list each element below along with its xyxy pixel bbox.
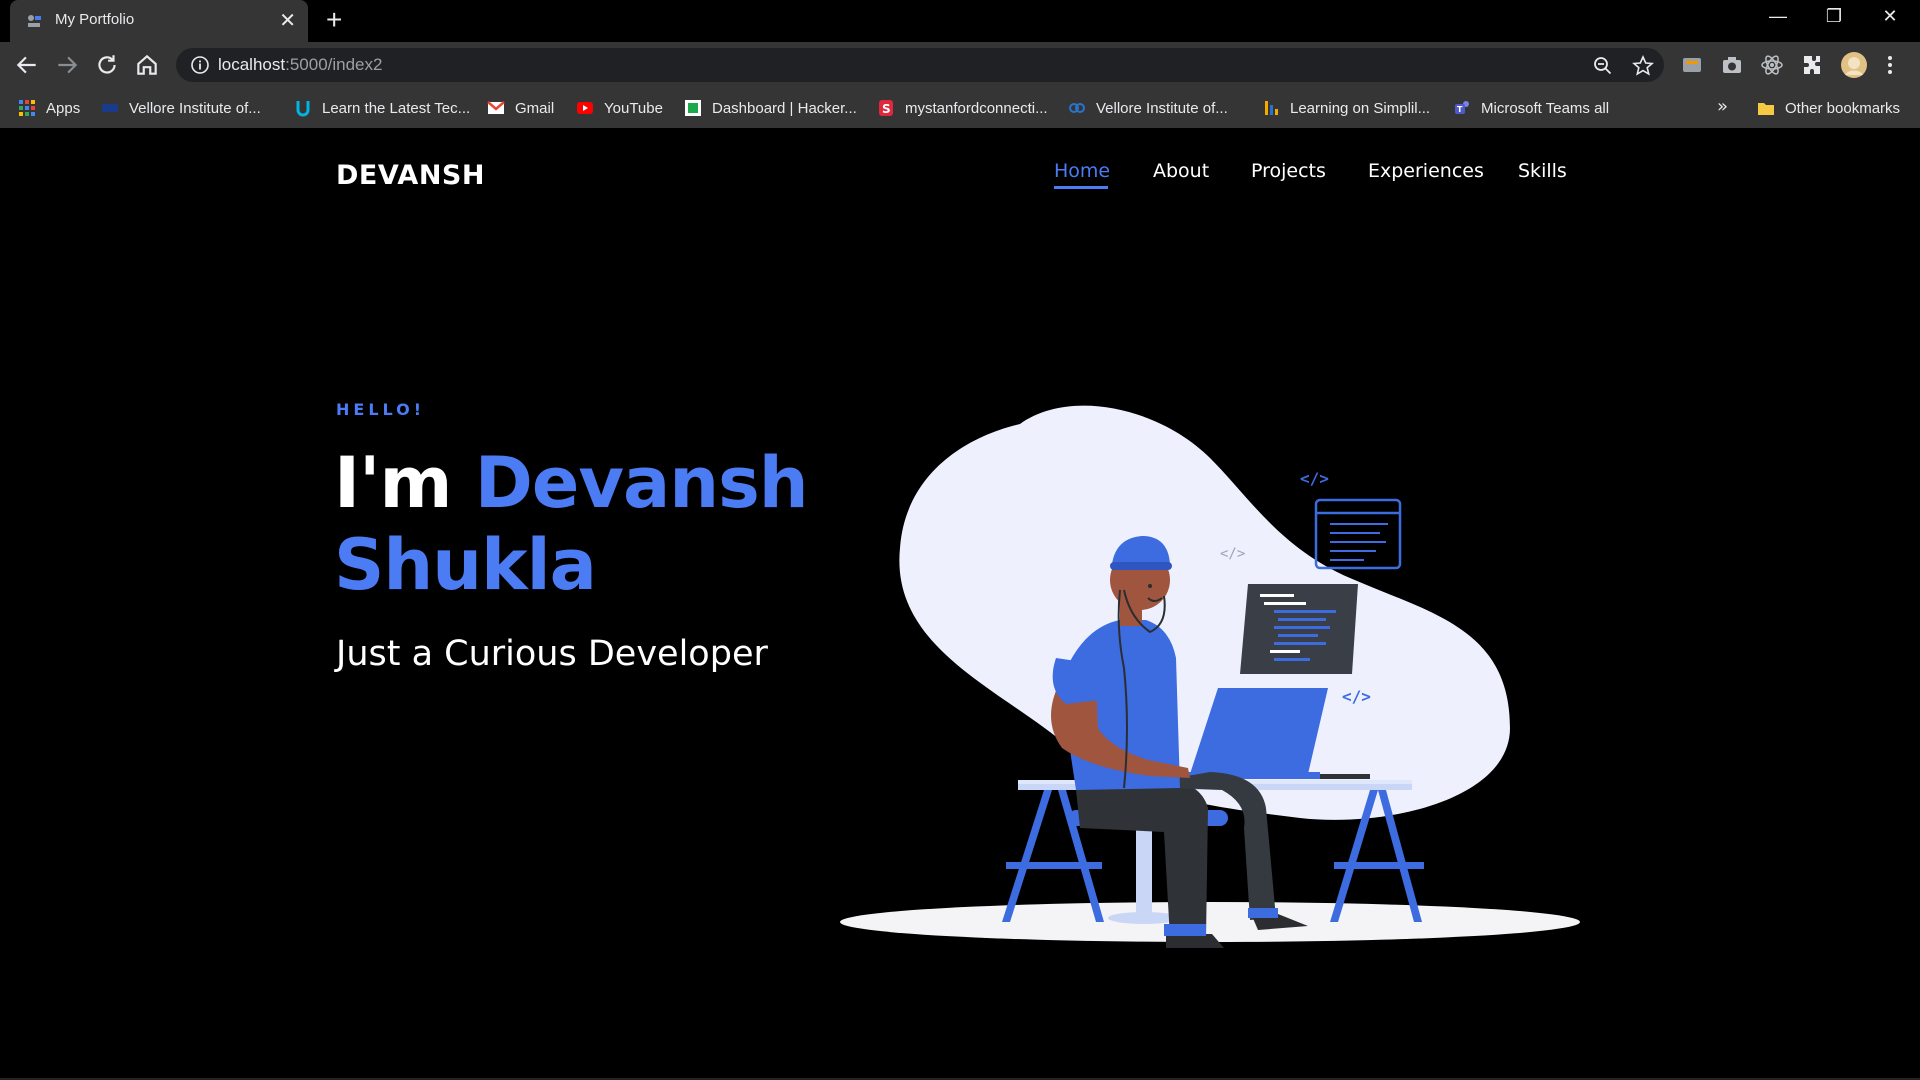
code-window-icon: [1314, 498, 1402, 570]
folder-icon: [1758, 103, 1774, 115]
bookmark-vit-1[interactable]: Vellore Institute of...: [101, 96, 261, 120]
tab-close-icon[interactable]: ✕: [279, 8, 296, 32]
portfolio-page: DEVANSH Home About Projects Experiences …: [0, 128, 1920, 1080]
developer-illustration: </> </> </>: [840, 405, 1580, 948]
browser-toolbar: localhost:5000/index2: [0, 42, 1920, 88]
restore-button[interactable]: ❐: [1814, 6, 1854, 27]
simplilearn-icon: [1265, 101, 1278, 115]
bookmark-hackerrank[interactable]: Dashboard | Hacker...: [684, 96, 857, 120]
code-tag-right: </>: [1342, 687, 1371, 706]
bookmark-simplilearn[interactable]: Learning on Simplil...: [1262, 96, 1430, 120]
bookmark-label: Dashboard | Hacker...: [712, 99, 857, 117]
bookmark-stanford[interactable]: S mystanfordconnecti...: [877, 96, 1048, 120]
bookmark-label: YouTube: [604, 99, 663, 117]
bookmark-gmail[interactable]: Gmail: [487, 96, 554, 120]
bookmark-label: mystanfordconnecti...: [905, 99, 1048, 117]
camera-extension-icon[interactable]: [1720, 53, 1744, 77]
youtube-icon: [577, 102, 593, 114]
teams-icon: T: [1455, 101, 1469, 114]
stanford-icon: S: [879, 100, 893, 116]
bookmark-label: Vellore Institute of...: [1096, 99, 1228, 117]
udacity-icon: [296, 101, 310, 117]
hero-im: I'm: [334, 442, 452, 524]
nav-active-underline: [1054, 186, 1108, 189]
zoom-icon[interactable]: [1592, 55, 1614, 77]
code-tag-left: </>: [1220, 546, 1245, 562]
bookmark-label: Learning on Simplil...: [1290, 99, 1431, 117]
hero-tagline: Just a Curious Developer: [336, 634, 768, 674]
bookmark-star-icon[interactable]: [1632, 55, 1654, 77]
browser-menu-icon[interactable]: [1884, 53, 1896, 77]
coursera-icon: [1069, 103, 1085, 113]
home-icon[interactable]: [134, 52, 160, 78]
bookmark-udacity[interactable]: Learn the Latest Tec...: [294, 96, 470, 120]
url-text[interactable]: localhost:5000/index2: [218, 55, 382, 75]
minimize-button[interactable]: —: [1758, 6, 1798, 27]
bookmark-youtube[interactable]: YouTube: [576, 96, 663, 120]
address-bar[interactable]: localhost:5000/index2: [176, 48, 1664, 82]
profile-avatar-icon[interactable]: [1840, 51, 1868, 79]
bookmark-label: Microsoft Teams all: [1481, 99, 1610, 117]
cast-extension-icon[interactable]: [1680, 53, 1704, 77]
new-tab-button[interactable]: +: [326, 4, 342, 36]
extensions-puzzle-icon[interactable]: [1800, 53, 1824, 77]
hero-headline: I'm Devansh Shukla: [334, 442, 894, 606]
bookmark-teams[interactable]: T Microsoft Teams all: [1453, 96, 1609, 120]
forward-arrow-icon[interactable]: [54, 52, 80, 78]
nav-about[interactable]: About: [1153, 160, 1209, 182]
react-devtools-icon[interactable]: [1760, 53, 1784, 77]
svg-text:S: S: [882, 102, 891, 116]
nav-experiences[interactable]: Experiences: [1368, 160, 1484, 182]
bookmarks-bar: Apps Vellore Institute of... Learn the L…: [0, 88, 1920, 128]
close-window-button[interactable]: ✕: [1870, 6, 1910, 27]
back-arrow-icon[interactable]: [14, 52, 40, 78]
portfolio-favicon-icon: [28, 15, 41, 27]
code-screen-panel: [1240, 584, 1358, 674]
bookmarks-overflow-button[interactable]: »: [1717, 96, 1728, 117]
other-bookmarks-folder[interactable]: Other bookmarks: [1757, 96, 1900, 120]
tab-title: My Portfolio: [55, 11, 135, 28]
bookmark-apps[interactable]: Apps: [18, 96, 80, 120]
tab-my-portfolio[interactable]: My Portfolio ✕: [10, 0, 308, 42]
bookmark-label: Vellore Institute of...: [129, 99, 261, 117]
hackerrank-icon: [685, 100, 701, 116]
site-info-icon[interactable]: [190, 55, 210, 75]
vit-icon: [102, 104, 118, 112]
code-tag-top: </>: [1300, 469, 1329, 488]
bookmark-label: Learn the Latest Tec...: [322, 99, 471, 117]
nav-skills[interactable]: Skills: [1518, 160, 1567, 182]
hero-last-name: Shukla: [334, 524, 597, 606]
hero-greeting: HELLO!: [336, 400, 426, 419]
bookmark-label: Other bookmarks: [1785, 99, 1901, 117]
site-logo[interactable]: DEVANSH: [336, 160, 485, 191]
bookmark-label: Apps: [46, 99, 81, 117]
apps-grid-icon: [19, 100, 35, 116]
bookmark-label: Gmail: [515, 99, 555, 117]
tab-strip: My Portfolio ✕ + — ❐ ✕: [0, 0, 1920, 42]
hero-first-name: Devansh: [474, 442, 809, 524]
reload-icon[interactable]: [94, 52, 120, 78]
svg-text:T: T: [1457, 105, 1463, 114]
nav-home[interactable]: Home: [1054, 160, 1110, 182]
nav-projects[interactable]: Projects: [1251, 160, 1326, 182]
bookmark-vit-2[interactable]: Vellore Institute of...: [1068, 96, 1228, 120]
gmail-icon: [487, 101, 505, 114]
